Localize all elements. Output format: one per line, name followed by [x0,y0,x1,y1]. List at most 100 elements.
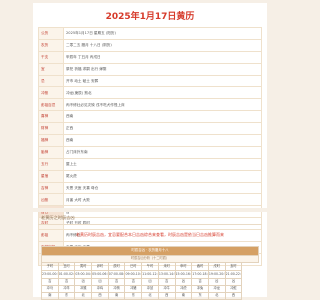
info-key: 星宿 [38,169,64,183]
info-key: 农历 [38,38,64,52]
hour-last-values: 东 [57,292,76,300]
hours-row: 子时 丑时 寅时 卯时 辰时 巳时 午时 未时 申时 酉时 戌时 亥时 [41,262,259,271]
info-row: 宜祭祀 祈福 求嗣 出行 嫁娶 [38,62,262,76]
section-note: 老黄历时辰吉凶，宜忌要配合本日吉凶综合来查看，时辰吉凶是依当日吉凶推算而来 [76,232,224,237]
hour-names: 酉时 [191,262,209,271]
info-row: 财神 正西 [38,122,262,136]
info-row: 忌开市 动土 破土 安葬 [38,74,262,88]
hour-times: 13:00-14:59 [157,270,176,279]
info-key: 公历 [38,27,64,40]
info-key: 干支 [38,50,64,64]
hour-chong: 冲羊 [57,285,76,293]
info-row: 星宿 尾火虎 [38,169,262,183]
hour-last-values: 南 [107,292,126,300]
info-value: 西南 [63,110,262,124]
info-key: 宜 [38,62,64,76]
info-row: 胎神 占门床外东南 [38,145,262,159]
hours-header: 时辰吉凶 · 农历腊月十八 [41,246,259,256]
hour-last-values: 北 [74,292,93,300]
info-row: 喜神 西南 [38,110,262,124]
hour-times: 17:00-18:59 [191,270,209,279]
hour-chong: 冲虎 [174,285,193,293]
info-value: 祭祀 祈福 求嗣 出行 嫁娶 [63,62,262,76]
info-key: 喜神 [38,110,64,124]
info-row: 农历 二零二五 腊月 十八日 (阴历) [38,38,262,52]
info-key: 彭祖百忌 [38,98,64,112]
hour-times: 19:00-20:59 [207,270,226,279]
hour-names: 辰时 [107,262,126,271]
hour-luck: 凶 [224,278,243,286]
page-title: 2025年1月17日黄历 [105,12,195,22]
hour-luck: 吉 [157,278,176,286]
hour-chong: 冲龙 [207,285,226,293]
hour-last-values: 北 [207,292,226,300]
almanac-info-table: 公历 2025年1月17日 星期五 (阳历) 农历 二零二五 腊月 十八日 (阴历) 干… [38,27,262,266]
hour-luck: 吉 [191,278,209,286]
hour-times: 01:00-02:59 [57,270,76,279]
hour-names: 卯时 [91,262,109,271]
info-value: 西南 [63,134,262,147]
hours-subheader: 时辰吉凶分析（十二时辰） [41,255,259,263]
hour-names: 戌时 [207,262,226,271]
hours-row: 时辰吉凶 · 农历腊月十八 [41,246,259,256]
info-value: 冲龙(庚辰) 煞北 [63,86,262,100]
info-row: 福神 西南 [38,134,262,147]
hour-last-values: 西 [224,292,243,300]
hour-luck: 凶 [174,278,193,286]
info-key: 五行 [38,157,64,171]
info-value: 屋上土 [63,157,262,171]
hour-names: 丑时 [57,262,76,271]
hours-row: 南东北西南东北西南东北西 [41,292,259,300]
info-row: 吉神 天恩 天医 天喜 母仓 [38,181,262,195]
info-row: 公历 2025年1月17日 星期五 (阳历) [38,27,262,40]
hours-row: 吉吉凶凶吉吉凶吉凶吉凶凶 [41,278,259,286]
hour-names: 未时 [157,262,176,271]
hour-times: 09:00-10:59 [124,270,143,279]
info-key: 吉神 [38,181,64,195]
info-key: 忌 [38,74,64,88]
hour-luck: 吉 [107,278,126,286]
info-value: 甲辰年 丁丑月 丙戌日 [63,50,262,64]
info-value: 2025年1月17日 星期五 (阳历) [63,27,262,40]
info-key: 凶煞 [38,193,64,207]
hour-last-values: 北 [141,292,159,300]
hour-chong: 冲兔 [191,285,209,293]
hour-names: 午时 [141,262,159,271]
hours-row: 冲马 冲羊 冲猴 冲鸡 冲狗 冲猪 冲鼠 冲牛 冲虎 冲兔 冲龙 冲蛇 [41,285,259,293]
info-row: 五行 屋上土 [38,157,262,171]
hour-times: 05:00-06:59 [91,270,109,279]
hour-last-values: 西 [91,292,109,300]
hour-chong: 冲鸡 [91,285,109,293]
section-title: 老黄历之时辰吉凶 [41,215,75,220]
hour-chong: 冲猴 [74,285,93,293]
hour-last-values: 南 [174,292,193,300]
hour-luck: 凶 [141,278,159,286]
hour-names: 子时 [41,262,59,271]
almanac-card: 2025年1月17日黄历 公历 2025年1月17日 星期五 (阳历) 农历 二零二五… [33,3,267,300]
hour-times: 15:00-16:59 [174,270,193,279]
info-value: 月害 大时 大败 [63,193,262,207]
hours-row: 时辰吉凶分析（十二时辰） [41,255,259,263]
info-value: 尾火虎 [63,169,262,183]
section-divider [33,208,267,212]
hours-row: 23:00-00:5901:00-02:5903:00-04:5905:00-0… [41,270,259,279]
hour-times: 21:00-22:59 [224,270,243,279]
info-value: 占门床外东南 [63,145,262,159]
hour-times: 07:00-08:59 [107,270,126,279]
hour-chong: 冲马 [41,285,59,293]
hour-chong: 冲鼠 [141,285,159,293]
info-value: 天恩 天医 天喜 母仓 [63,181,262,195]
info-key: 福神 [38,134,64,147]
hour-chong: 冲猪 [124,285,143,293]
hour-names: 亥时 [224,262,243,271]
info-row: 彭祖百忌 丙不修灶必见灾殃 戌不吃犬作怪上床 [38,98,262,112]
info-key: 财神 [38,122,64,136]
info-value: 丙不修灶必见灾殃 戌不吃犬作怪上床 [63,98,262,112]
hour-chong: 冲蛇 [224,285,243,293]
hour-last-values: 南 [41,292,59,300]
section-underline [38,224,262,225]
hour-names: 申时 [174,262,193,271]
hour-names: 巳时 [124,262,143,271]
info-row: 冲煞 冲龙(庚辰) 煞北 [38,86,262,100]
hour-luck: 吉 [41,278,59,286]
